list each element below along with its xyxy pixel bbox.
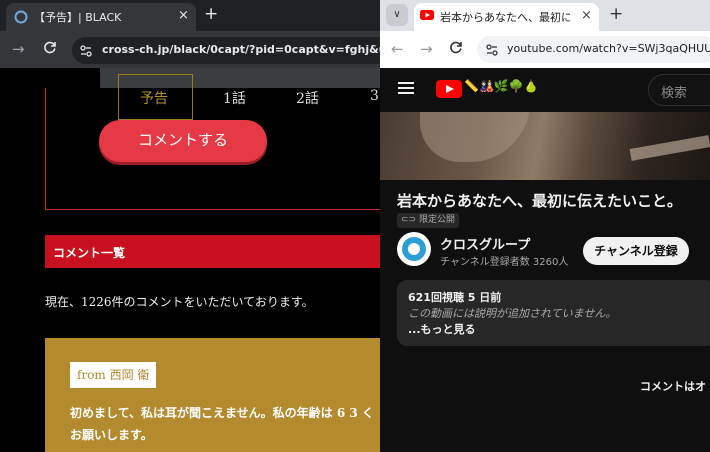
right-tab-strip: ∨ 岩本からあなたへ、最初に伝えたいこと × + <box>380 0 710 31</box>
video-title: 岩本からあなたへ、最初に伝えたいこと。 <box>397 192 683 210</box>
custom-logo-emoji: 📏🎎🌿🌳🍐 <box>464 79 539 93</box>
left-browser-window: 【予告】| BLACK × + → cross-ch.jp/black/0cap… <box>0 0 380 452</box>
tab-preview-label[interactable]: 予告 <box>140 88 168 108</box>
comment-card: from 西岡 衛 初めまして、私は耳が聞こえません。私の年齢は 6 3 くお願… <box>45 338 380 452</box>
comments-section-title: コメント一覧 <box>53 246 126 260</box>
left-active-tab[interactable]: 【予告】| BLACK × <box>6 3 196 31</box>
left-address-bar[interactable]: cross-ch.jp/black/0capt/?pid=0capt&v=fgh… <box>72 37 380 64</box>
video-frame-detail <box>420 112 530 162</box>
new-tab-button[interactable]: + <box>204 4 218 24</box>
right-tab-title: 岩本からあなたへ、最初に伝えたいこと <box>440 11 570 24</box>
left-toolbar: → cross-ch.jp/black/0capt/?pid=0capt&v=f… <box>0 31 380 68</box>
back-arrow-icon[interactable]: ← <box>391 40 404 58</box>
reload-icon[interactable] <box>43 40 57 58</box>
site-favicon-icon <box>14 10 28 24</box>
tab-episode-3[interactable]: 3 <box>370 88 379 104</box>
close-tab-icon[interactable]: × <box>581 8 592 23</box>
tab-episode-2[interactable]: 2話 <box>296 88 319 108</box>
subscribe-button[interactable]: チャンネル登録 <box>583 237 689 265</box>
video-frame-detail <box>629 135 710 161</box>
description-box[interactable]: 621回視聴 5 日前 この動画には説明が追加されていません。 ...もっと見る <box>397 280 710 346</box>
site-settings-icon[interactable] <box>78 43 94 59</box>
search-input[interactable]: 検索 <box>648 74 710 106</box>
comment-body-text: 初めまして、私は耳が聞こえません。私の年齢は 6 3 くお願いします。 <box>70 406 374 442</box>
channel-logo-center <box>408 243 420 255</box>
left-tab-title: 【予告】| BLACK <box>34 11 122 24</box>
comments-section-header: コメント一覧 <box>45 235 380 268</box>
youtube-header: 📏🎎🌿🌳🍐 検索 <box>380 68 710 112</box>
close-tab-icon[interactable]: × <box>178 8 189 23</box>
comment-author-badge: from 西岡 衛 <box>70 362 157 388</box>
description-text: この動画には説明が追加されていません。 <box>408 307 617 320</box>
right-address-bar[interactable]: youtube.com/watch?v=SWj3qaQHUUU <box>477 36 710 63</box>
show-more-link[interactable]: ...もっと見る <box>408 321 476 337</box>
right-url-text: youtube.com/watch?v=SWj3qaQHUUU <box>507 42 710 55</box>
forward-arrow-icon[interactable]: → <box>12 40 25 58</box>
forward-arrow-icon[interactable]: → <box>420 40 433 58</box>
limited-visibility-label: 限定公開 <box>418 215 455 225</box>
right-active-tab[interactable]: 岩本からあなたへ、最初に伝えたいこと × <box>414 3 599 31</box>
site-settings-icon[interactable] <box>484 42 500 58</box>
channel-name[interactable]: クロスグループ <box>440 234 530 253</box>
limited-visibility-badge: ⊂⊃ 限定公開 <box>397 213 459 228</box>
comments-notice: コメントはオ <box>640 380 706 393</box>
hamburger-menu-icon[interactable] <box>398 81 414 95</box>
left-url-text: cross-ch.jp/black/0capt/?pid=0capt&v=fgh… <box>102 43 380 56</box>
video-player[interactable] <box>380 112 710 180</box>
left-tab-strip: 【予告】| BLACK × + <box>0 0 380 31</box>
right-toolbar: ← → youtube.com/watch?v=SWj3qaQHUUU <box>380 31 710 68</box>
comment-count-text: 現在、1226件のコメントをいただいております。 <box>45 295 314 309</box>
reload-icon[interactable] <box>449 40 463 58</box>
tab-search-chevron-icon[interactable]: ∨ <box>386 4 408 26</box>
search-placeholder: 検索 <box>661 86 688 101</box>
link-icon: ⊂⊃ <box>401 215 419 225</box>
new-tab-button[interactable]: + <box>609 4 623 24</box>
subscriber-count: チャンネル登録者数 3260人 <box>440 257 569 268</box>
channel-avatar[interactable] <box>397 232 431 266</box>
right-browser-window: ∨ 岩本からあなたへ、最初に伝えたいこと × + ← → youtube.com… <box>380 0 710 452</box>
post-comment-button[interactable]: コメントする <box>99 120 267 162</box>
episode-tabs: 予告 1話 2話 3 <box>100 74 380 120</box>
youtube-favicon-icon <box>420 10 434 20</box>
tab-episode-1[interactable]: 1話 <box>223 88 246 108</box>
view-stats: 621回視聴 5 日前 <box>408 291 502 304</box>
youtube-logo-icon[interactable] <box>436 80 462 98</box>
